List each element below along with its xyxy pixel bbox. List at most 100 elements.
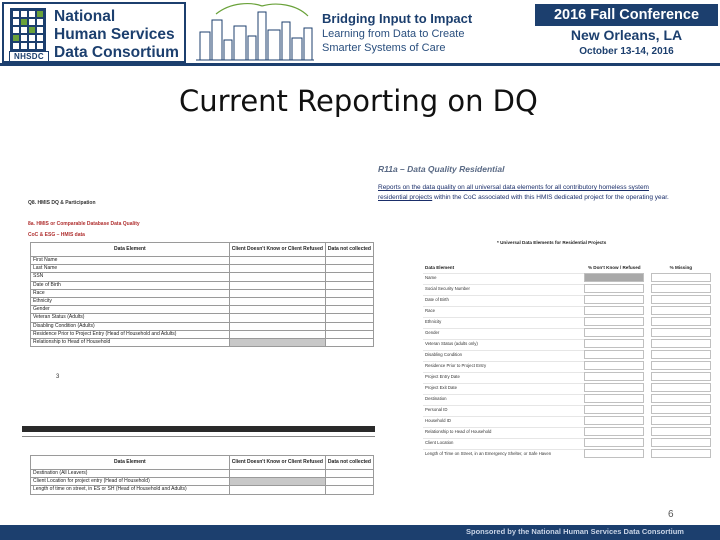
- table-row: Race: [423, 306, 711, 315]
- table-cell: [584, 372, 645, 381]
- table-cell: [324, 329, 375, 339]
- report-description-link: residential projects: [378, 194, 433, 201]
- table-cell: [324, 305, 375, 315]
- table-row: Date of Birth: [30, 280, 375, 290]
- table-cell: [584, 416, 645, 425]
- column-header: Client Doesn't Know or Client Refused: [228, 455, 326, 470]
- table-header-row: Data Element Client Doesn't Know or Clie…: [30, 242, 375, 257]
- table-cell: [228, 264, 326, 274]
- row-label: Length of Time on Street, in an Emergenc…: [423, 449, 585, 458]
- table-cell: [324, 264, 375, 274]
- table-cell: [584, 284, 645, 293]
- row-label: Personal ID: [423, 405, 585, 414]
- table-cell: [650, 317, 711, 326]
- table-row: Residence Prior to Project Entry (Head o…: [30, 329, 375, 339]
- conference-city: New Orleans, LA: [570, 27, 683, 43]
- table-row: Name: [423, 273, 711, 282]
- table-cell: [228, 280, 326, 290]
- table-cell: [650, 306, 711, 315]
- form-table-label: CoC & ESG – HMIS data: [28, 232, 85, 238]
- table-cell: [584, 339, 645, 348]
- table-cell: [650, 438, 711, 447]
- table-cell: [650, 284, 711, 293]
- row-label: Destination (All Leavers): [30, 468, 230, 479]
- table-cell: [324, 255, 375, 266]
- row-label: Relationship to Head of Household: [423, 427, 585, 436]
- table-cell: [228, 272, 326, 282]
- table-row: Relationship to Head of Household: [30, 337, 375, 348]
- column-header: Client Doesn't Know or Client Refused: [228, 242, 326, 257]
- table-cell: [584, 427, 645, 436]
- table-row: Project Entry Date: [423, 372, 711, 381]
- row-label: SSN: [30, 272, 230, 282]
- row-label: Residence Prior to Project Entry: [423, 361, 585, 370]
- column-header: Data Element: [30, 455, 230, 470]
- table-cell: [650, 427, 711, 436]
- table-cell: [650, 383, 711, 392]
- table-cell: [324, 280, 375, 290]
- table-cell: [324, 337, 375, 348]
- divider-band: [22, 426, 377, 432]
- row-label: Race: [423, 306, 585, 315]
- table-row: SSN: [30, 272, 375, 282]
- column-header: Data not collected: [324, 455, 375, 470]
- table-row: Client Location: [423, 438, 711, 447]
- column-header: Data not collected: [324, 242, 375, 257]
- table-cell: [584, 306, 645, 315]
- table-row: Relationship to Head of Household: [423, 427, 711, 436]
- table-row: Ethnicity: [423, 317, 711, 326]
- table-row: Disabling Condition: [423, 350, 711, 359]
- table-row: Destination (All Leavers): [30, 468, 375, 479]
- table-cell: [228, 468, 326, 479]
- table-row: Client Location for project entry (Head …: [30, 477, 375, 487]
- row-label: Project Entry Date: [423, 372, 585, 381]
- org-name-line1: National: [54, 8, 116, 25]
- table-cell: [228, 296, 326, 307]
- table-row: Date of Birth: [423, 295, 711, 304]
- table-cell-disabled: [228, 337, 326, 348]
- org-name-line2: Human Services: [54, 26, 175, 43]
- table-row: Disabling Condition (Adults): [30, 321, 375, 331]
- report-table-caption: * Universal Data Elements for Residentia…: [497, 240, 607, 245]
- row-label: Name: [423, 273, 585, 282]
- table-row: Personal ID: [423, 405, 711, 414]
- table-header-row: Data Element Client Doesn't Know or Clie…: [30, 455, 375, 470]
- table-row: Ethnicity: [30, 296, 375, 307]
- row-label: Veteran Status (Adults): [30, 313, 230, 323]
- table-cell: [584, 394, 645, 403]
- table-row: Household ID: [423, 416, 711, 425]
- conference-name: 2016 Fall Conference: [535, 4, 718, 26]
- table-row: Length of time on street, in ES or SH (H…: [30, 485, 375, 495]
- row-label: Destination: [423, 394, 585, 403]
- table-row: Veteran Status (adults only): [423, 339, 711, 348]
- row-label: Last Name: [30, 264, 230, 274]
- table-row: Social Security Number: [423, 284, 711, 293]
- row-label: Social Security Number: [423, 284, 585, 293]
- table-cell: [650, 328, 711, 337]
- table-cell: [228, 305, 326, 315]
- table-cell: [324, 485, 375, 495]
- table-cell: [584, 317, 645, 326]
- slide-title: Current Reporting on DQ: [179, 84, 538, 118]
- table-cell: [650, 273, 711, 282]
- report-description-text: Reports on the data quality on all unive…: [378, 184, 649, 191]
- report-heading: R11a – Data Quality Residential: [378, 164, 505, 174]
- row-label: Residence Prior to Project Entry (Head o…: [30, 329, 230, 339]
- table-row: Gender: [423, 328, 711, 337]
- table-cell: [650, 416, 711, 425]
- row-label: Length of time on street, in ES or SH (H…: [30, 485, 230, 495]
- table-header-row: Data Element % Don't Know / Refused % Mi…: [423, 257, 711, 271]
- table-row: Length of Time on Street, in an Emergenc…: [423, 449, 711, 458]
- row-label: Relationship to Head of Household: [30, 337, 230, 348]
- org-name-line3: Data Consortium: [54, 44, 179, 61]
- theme-subtitle-line1: Learning from Data to Create: [322, 28, 465, 40]
- row-label: Household ID: [423, 416, 585, 425]
- table-row: Gender: [30, 305, 375, 315]
- divider-line: [22, 436, 377, 437]
- table-cell: [584, 350, 645, 359]
- row-label: First Name: [30, 255, 230, 266]
- table-cell: [584, 449, 645, 458]
- table-cell: [228, 321, 326, 331]
- table-cell: [324, 313, 375, 323]
- row-label: Disabling Condition: [423, 350, 585, 359]
